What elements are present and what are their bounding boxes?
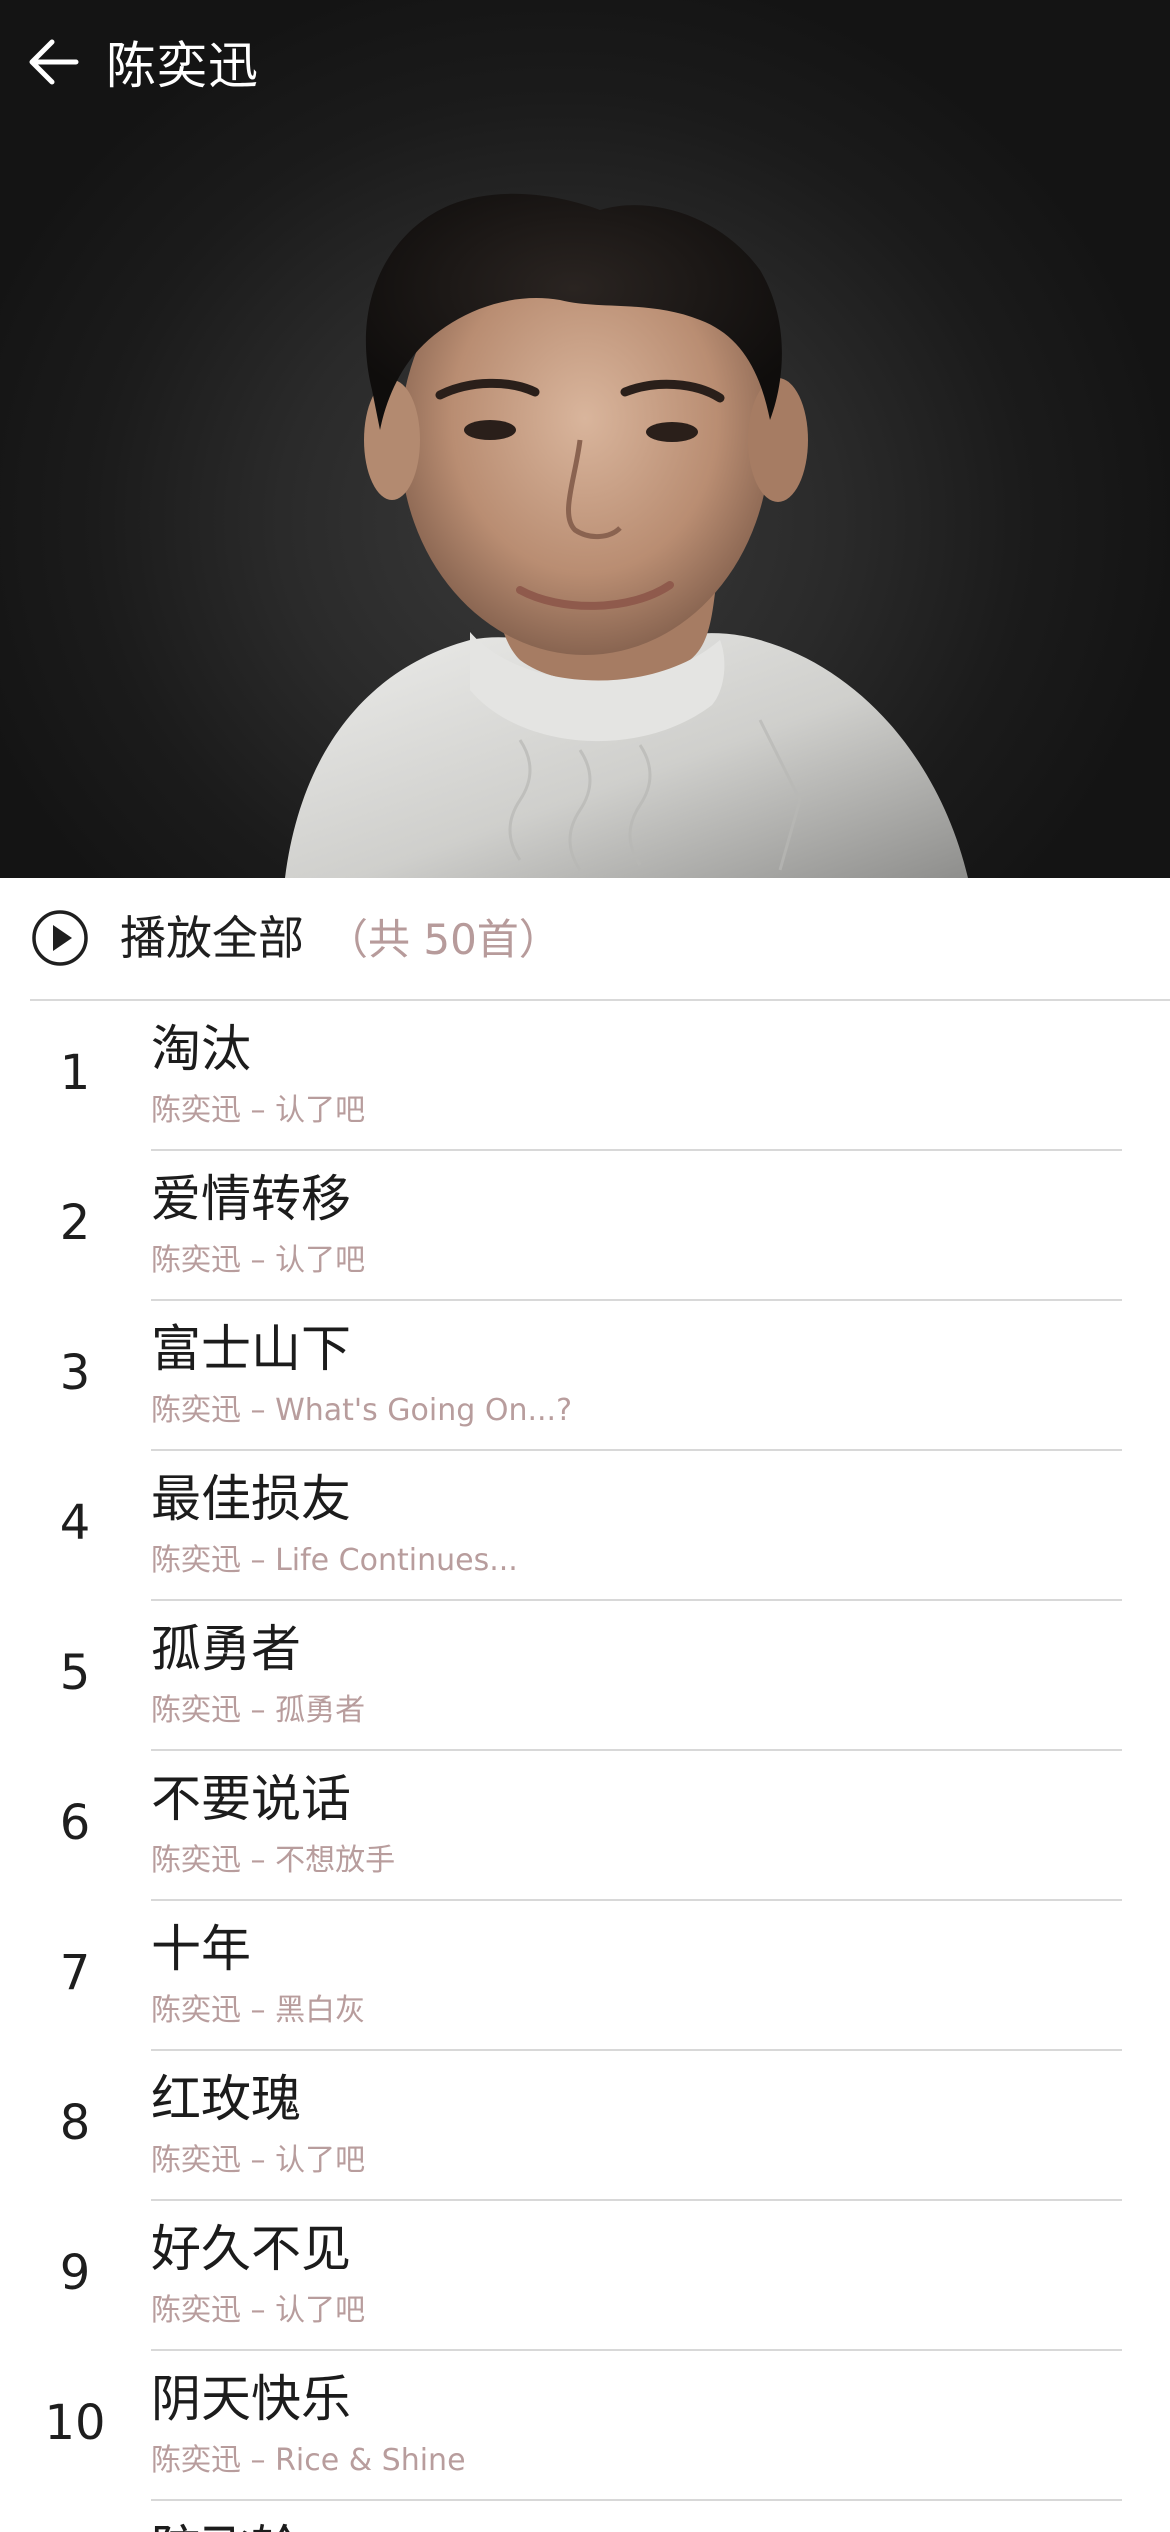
- song-count: （共 50首）: [326, 915, 561, 964]
- song-artist-album: 陈奕迅 – Rice & Shine: [151, 2443, 466, 2478]
- song-artist-album: 陈奕迅 – 认了吧: [151, 1093, 366, 1128]
- song-title: 富士山下: [151, 1320, 351, 1378]
- song-index: 5: [59, 1645, 91, 1701]
- song-index: 7: [59, 1945, 91, 2001]
- song-row[interactable]: 8 红玫瑰 陈奕迅 – 认了吧: [0, 2051, 1170, 2201]
- play-circle-icon: [32, 910, 88, 966]
- song-title: 最佳损友: [151, 1470, 351, 1528]
- song-title: 不要说话: [151, 1770, 351, 1828]
- song-row[interactable]: 2 爱情转移 陈奕迅 – 认了吧: [0, 1151, 1170, 1301]
- song-artist-album: 陈奕迅 – 认了吧: [151, 2293, 366, 2328]
- song-title: 淘汰: [151, 1020, 251, 1078]
- song-row[interactable]: 11 陀飞轮: [0, 2501, 1170, 2532]
- song-row[interactable]: 10 阴天快乐 陈奕迅 – Rice & Shine: [0, 2351, 1170, 2501]
- play-all-button[interactable]: 播放全部 （共 50首）: [0, 878, 1170, 1000]
- song-artist-album: 陈奕迅 – 认了吧: [151, 2143, 366, 2178]
- song-list: 1 淘汰 陈奕迅 – 认了吧 2 爱情转移 陈奕迅 – 认了吧 3 富士山下 陈…: [0, 1001, 1170, 2532]
- artist-page: 陈奕迅 播放全部 （共 50首） 1 淘汰 陈奕迅 – 认了吧 2 爱情转移 陈…: [0, 0, 1170, 2532]
- play-all-label: 播放全部: [120, 911, 304, 965]
- song-row[interactable]: 3 富士山下 陈奕迅 – What's Going On...?: [0, 1301, 1170, 1451]
- song-artist-album: 陈奕迅 – Life Continues...: [151, 1543, 518, 1578]
- song-index: 10: [44, 2395, 106, 2451]
- page-title: 陈奕迅: [106, 37, 259, 95]
- arrow-left-icon: [29, 39, 79, 85]
- song-title: 好久不见: [151, 2220, 351, 2278]
- song-row[interactable]: 9 好久不见 陈奕迅 – 认了吧: [0, 2201, 1170, 2351]
- song-artist-album: 陈奕迅 – 孤勇者: [151, 1693, 366, 1728]
- song-title: 红玫瑰: [151, 2070, 301, 2128]
- song-row[interactable]: 5 孤勇者 陈奕迅 – 孤勇者: [0, 1601, 1170, 1751]
- song-title: 陀飞轮: [151, 2517, 301, 2532]
- song-index: 1: [59, 1045, 91, 1101]
- song-row[interactable]: 1 淘汰 陈奕迅 – 认了吧: [0, 1001, 1170, 1151]
- song-artist-album: 陈奕迅 – What's Going On...?: [151, 1393, 572, 1428]
- song-title: 孤勇者: [151, 1620, 301, 1678]
- song-index: 8: [59, 2095, 91, 2151]
- song-index: 6: [59, 1795, 91, 1851]
- song-index: 3: [59, 1345, 91, 1401]
- song-index: 2: [59, 1195, 91, 1251]
- song-row[interactable]: 6 不要说话 陈奕迅 – 不想放手: [0, 1751, 1170, 1901]
- song-artist-album: 陈奕迅 – 不想放手: [151, 1843, 396, 1878]
- song-artist-album: 陈奕迅 – 黑白灰: [151, 1993, 366, 2028]
- song-artist-album: 陈奕迅 – 认了吧: [151, 1243, 366, 1278]
- song-index: 9: [59, 2245, 91, 2301]
- artist-hero-image: 陈奕迅: [0, 0, 1170, 878]
- song-index: 4: [59, 1495, 91, 1551]
- song-title: 十年: [151, 1920, 251, 1978]
- song-row[interactable]: 4 最佳损友 陈奕迅 – Life Continues...: [0, 1451, 1170, 1601]
- song-title: 爱情转移: [151, 1170, 351, 1228]
- back-button[interactable]: [26, 34, 90, 98]
- top-bar: 陈奕迅: [0, 0, 1170, 130]
- song-row[interactable]: 7 十年 陈奕迅 – 黑白灰: [0, 1901, 1170, 2051]
- artist-portrait: [285, 193, 968, 878]
- song-title: 阴天快乐: [151, 2370, 351, 2428]
